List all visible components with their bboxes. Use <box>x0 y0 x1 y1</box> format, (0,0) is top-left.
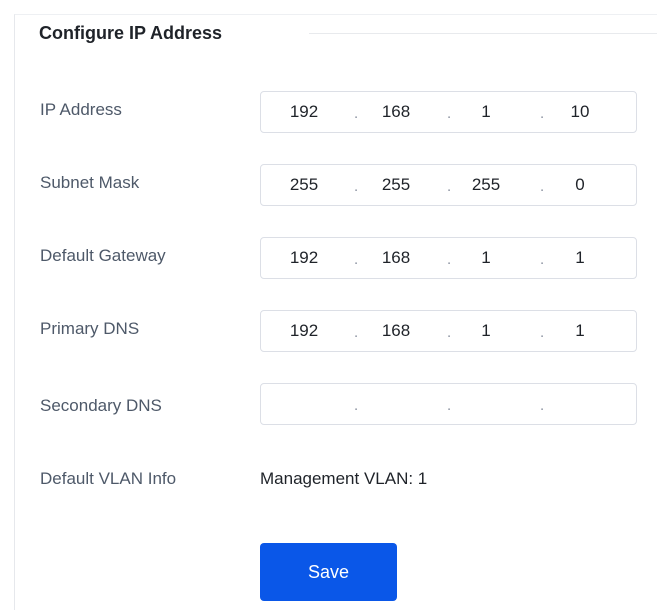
default-gateway-octet-4[interactable]: 1 <box>545 238 615 278</box>
secondary-dns-label: Secondary DNS <box>40 396 162 415</box>
title-divider <box>309 33 657 34</box>
subnet-mask-field[interactable]: 255 . 255 . 255 . 0 <box>260 164 637 206</box>
section-title: Configure IP Address <box>39 23 223 43</box>
default-gateway-label: Default Gateway <box>40 246 166 265</box>
octet-separator: . <box>540 324 545 341</box>
ip-address-label: IP Address <box>40 100 122 119</box>
default-vlan-info-value: Management VLAN: 1 <box>260 469 428 488</box>
primary-dns-octet-2[interactable]: 168 <box>361 311 431 351</box>
octet-separator: . <box>540 178 545 195</box>
secondary-dns-octet-1[interactable] <box>269 384 339 424</box>
octet-separator: . <box>354 324 359 341</box>
octet-separator: . <box>354 251 359 268</box>
ip-address-octet-1[interactable]: 192 <box>269 92 339 132</box>
default-gateway-octet-1[interactable]: 192 <box>269 238 339 278</box>
secondary-dns-field[interactable]: . . . <box>260 383 637 425</box>
ip-address-octet-3[interactable]: 1 <box>451 92 521 132</box>
subnet-mask-octet-3[interactable]: 255 <box>451 165 521 205</box>
default-gateway-field[interactable]: 192 . 168 . 1 . 1 <box>260 237 637 279</box>
ip-address-octet-4[interactable]: 10 <box>545 92 615 132</box>
primary-dns-octet-1[interactable]: 192 <box>269 311 339 351</box>
default-gateway-octet-3[interactable]: 1 <box>451 238 521 278</box>
octet-separator: . <box>354 178 359 195</box>
primary-dns-label: Primary DNS <box>40 319 140 338</box>
ip-address-octet-2[interactable]: 168 <box>361 92 431 132</box>
secondary-dns-octet-2[interactable] <box>361 384 431 424</box>
save-button[interactable]: Save <box>260 543 397 601</box>
secondary-dns-octet-3[interactable] <box>451 384 521 424</box>
primary-dns-octet-3[interactable]: 1 <box>451 311 521 351</box>
default-vlan-info-label: Default VLAN Info <box>40 469 177 488</box>
subnet-mask-octet-1[interactable]: 255 <box>269 165 339 205</box>
subnet-mask-octet-2[interactable]: 255 <box>361 165 431 205</box>
primary-dns-field[interactable]: 192 . 168 . 1 . 1 <box>260 310 637 352</box>
octet-separator: . <box>540 105 545 122</box>
octet-separator: . <box>540 397 545 414</box>
subnet-mask-octet-4[interactable]: 0 <box>545 165 615 205</box>
octet-separator: . <box>354 397 359 414</box>
configure-ip-panel: Configure IP Address IP Address 192 . 16… <box>14 14 657 610</box>
octet-separator: . <box>354 105 359 122</box>
primary-dns-octet-4[interactable]: 1 <box>545 311 615 351</box>
secondary-dns-octet-4[interactable] <box>545 384 615 424</box>
octet-separator: . <box>540 251 545 268</box>
ip-address-field[interactable]: 192 . 168 . 1 . 10 <box>260 91 637 133</box>
default-gateway-octet-2[interactable]: 168 <box>361 238 431 278</box>
subnet-mask-label: Subnet Mask <box>40 173 140 192</box>
